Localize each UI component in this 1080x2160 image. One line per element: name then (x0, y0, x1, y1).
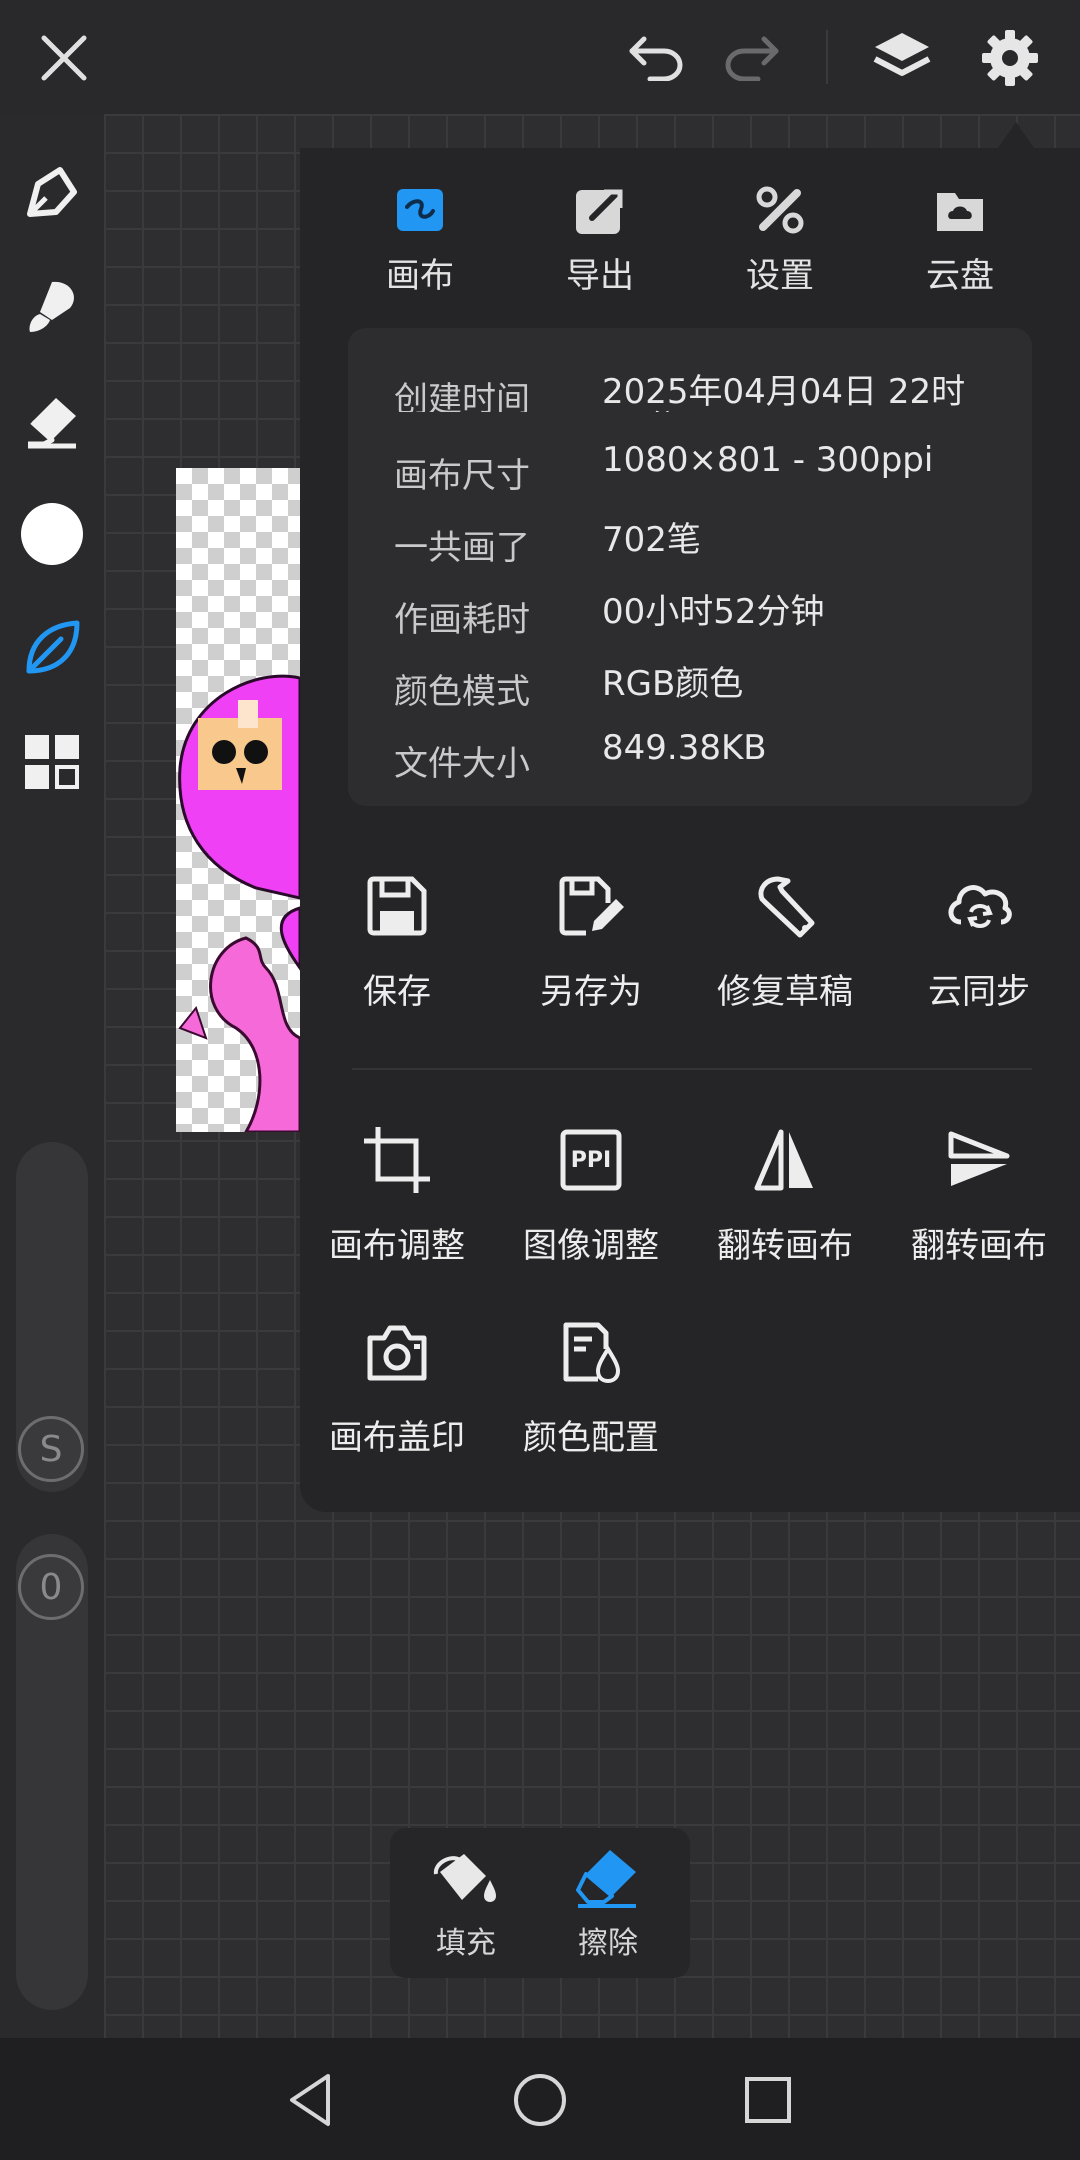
save-as-icon (551, 866, 631, 946)
canvas-icon (390, 180, 450, 240)
back-icon[interactable] (270, 2060, 350, 2140)
system-nav-bar (0, 2038, 1080, 2160)
layers-icon[interactable] (866, 22, 938, 94)
erase-tool-button[interactable]: 擦除 (538, 1846, 678, 1962)
color-profile-button[interactable]: 颜色配置 (496, 1312, 686, 1459)
left-toolbar: S 0 (0, 114, 104, 2038)
info-row-file-size: 文件大小 849.38KB (394, 728, 1014, 784)
flip-vertical-icon (939, 1120, 1019, 1200)
info-key: 画布尺寸 (394, 456, 530, 496)
action-label: 翻转画布 (717, 1226, 853, 1266)
info-key: 颜色模式 (394, 672, 530, 712)
gear-icon[interactable] (974, 22, 1046, 94)
action-label: 保存 (363, 972, 431, 1012)
close-icon[interactable] (28, 22, 100, 94)
action-label: 修复草稿 (717, 972, 853, 1012)
color-picker-icon[interactable] (16, 498, 88, 570)
section-divider (352, 1068, 1032, 1070)
info-row-size: 画布尺寸 1080×801 - 300ppi (394, 440, 1014, 496)
pen-tool-icon[interactable] (16, 156, 88, 228)
brush-tool-icon[interactable] (16, 270, 88, 342)
info-value-cut: 02分 (602, 400, 679, 412)
tool-label: 填充 (436, 1926, 496, 1961)
info-key: 创建时间 (394, 380, 530, 412)
repair-draft-button[interactable]: 修复草稿 (690, 866, 880, 1013)
fill-bucket-icon (433, 1854, 496, 1902)
info-key: 文件大小 (394, 744, 530, 784)
action-label: 另存为 (540, 972, 642, 1012)
export-icon (570, 180, 630, 240)
cloud-sync-icon (939, 866, 1019, 946)
ppi-badge: PPI (570, 1147, 612, 1173)
repair-icon (745, 866, 825, 946)
tab-export[interactable]: 导出 (530, 180, 670, 297)
color-profile-icon (551, 1312, 631, 1392)
action-label: 翻转画布 (911, 1226, 1047, 1266)
tab-settings[interactable]: 设置 (710, 180, 850, 297)
info-value: RGB颜色 (602, 664, 744, 704)
tab-label: 导出 (566, 256, 634, 296)
fill-erase-toolbar: 填充 擦除 (390, 1828, 690, 1978)
info-value: 1080×801 - 300ppi (602, 440, 934, 480)
info-row-strokes: 一共画了 702笔 (394, 512, 1014, 568)
leaf-tool-icon[interactable] (16, 612, 88, 684)
tool-label: 擦除 (578, 1926, 638, 1961)
camera-icon (357, 1312, 437, 1392)
divider (826, 30, 828, 84)
action-label: 画布盖印 (329, 1418, 465, 1458)
image-adjust-button[interactable]: PPI 图像调整 (496, 1120, 686, 1267)
artwork-drawing (178, 674, 300, 1132)
tab-label: 云盘 (926, 256, 994, 296)
artwork-canvas[interactable] (176, 468, 300, 1132)
redo-icon[interactable] (716, 26, 788, 90)
info-value: 00小时52分钟 (602, 592, 825, 632)
recents-icon[interactable] (728, 2060, 808, 2140)
tab-label: 画布 (386, 256, 454, 296)
canvas-adjust-button[interactable]: 画布调整 (302, 1120, 492, 1267)
info-value: 702笔 (602, 520, 701, 560)
info-key: 作画耗时 (394, 600, 530, 640)
home-icon[interactable] (500, 2060, 580, 2140)
cloud-sync-button[interactable]: 云同步 (884, 866, 1074, 1013)
save-as-button[interactable]: 另存为 (496, 866, 686, 1013)
cloud-drive-icon (930, 180, 990, 240)
grid-layout-icon[interactable] (16, 726, 88, 798)
info-key: 一共画了 (394, 528, 530, 568)
action-label: 图像调整 (523, 1226, 659, 1266)
save-button[interactable]: 保存 (302, 866, 492, 1013)
ppi-icon: PPI (551, 1120, 631, 1200)
info-row-duration: 作画耗时 00小时52分钟 (394, 584, 1014, 640)
action-label: 云同步 (928, 972, 1030, 1012)
info-row-created: 创建时间 2025年04月04日 22时 02分 (394, 364, 1014, 412)
eraser-tool-icon[interactable] (16, 384, 88, 456)
tab-label: 设置 (746, 256, 814, 296)
size-badge[interactable]: S (18, 1416, 84, 1482)
fill-tool-button[interactable]: 填充 (396, 1846, 536, 1962)
flip-canvas-horizontal-button[interactable]: 翻转画布 (690, 1120, 880, 1267)
canvas-stamp-button[interactable]: 画布盖印 (302, 1312, 492, 1459)
undo-icon[interactable] (620, 26, 692, 90)
settings-tools-icon (750, 180, 810, 240)
tab-cloud-drive[interactable]: 云盘 (890, 180, 1030, 297)
panel-caret (998, 122, 1034, 148)
action-label: 颜色配置 (523, 1418, 659, 1458)
flip-canvas-vertical-button[interactable]: 翻转画布 (884, 1120, 1074, 1267)
save-icon (357, 866, 437, 946)
action-label: 画布调整 (329, 1226, 465, 1266)
tab-canvas[interactable]: 画布 (350, 180, 490, 297)
crop-icon (357, 1120, 437, 1200)
top-bar (0, 0, 1080, 114)
info-row-color-mode: 颜色模式 RGB颜色 (394, 656, 1014, 712)
canvas-info-card: 创建时间 2025年04月04日 22时 02分 画布尺寸 1080×801 -… (348, 328, 1032, 806)
opacity-badge[interactable]: 0 (18, 1554, 84, 1620)
eraser-icon (576, 1850, 636, 1908)
flip-horizontal-icon (745, 1120, 825, 1200)
info-value: 849.38KB (602, 728, 767, 768)
